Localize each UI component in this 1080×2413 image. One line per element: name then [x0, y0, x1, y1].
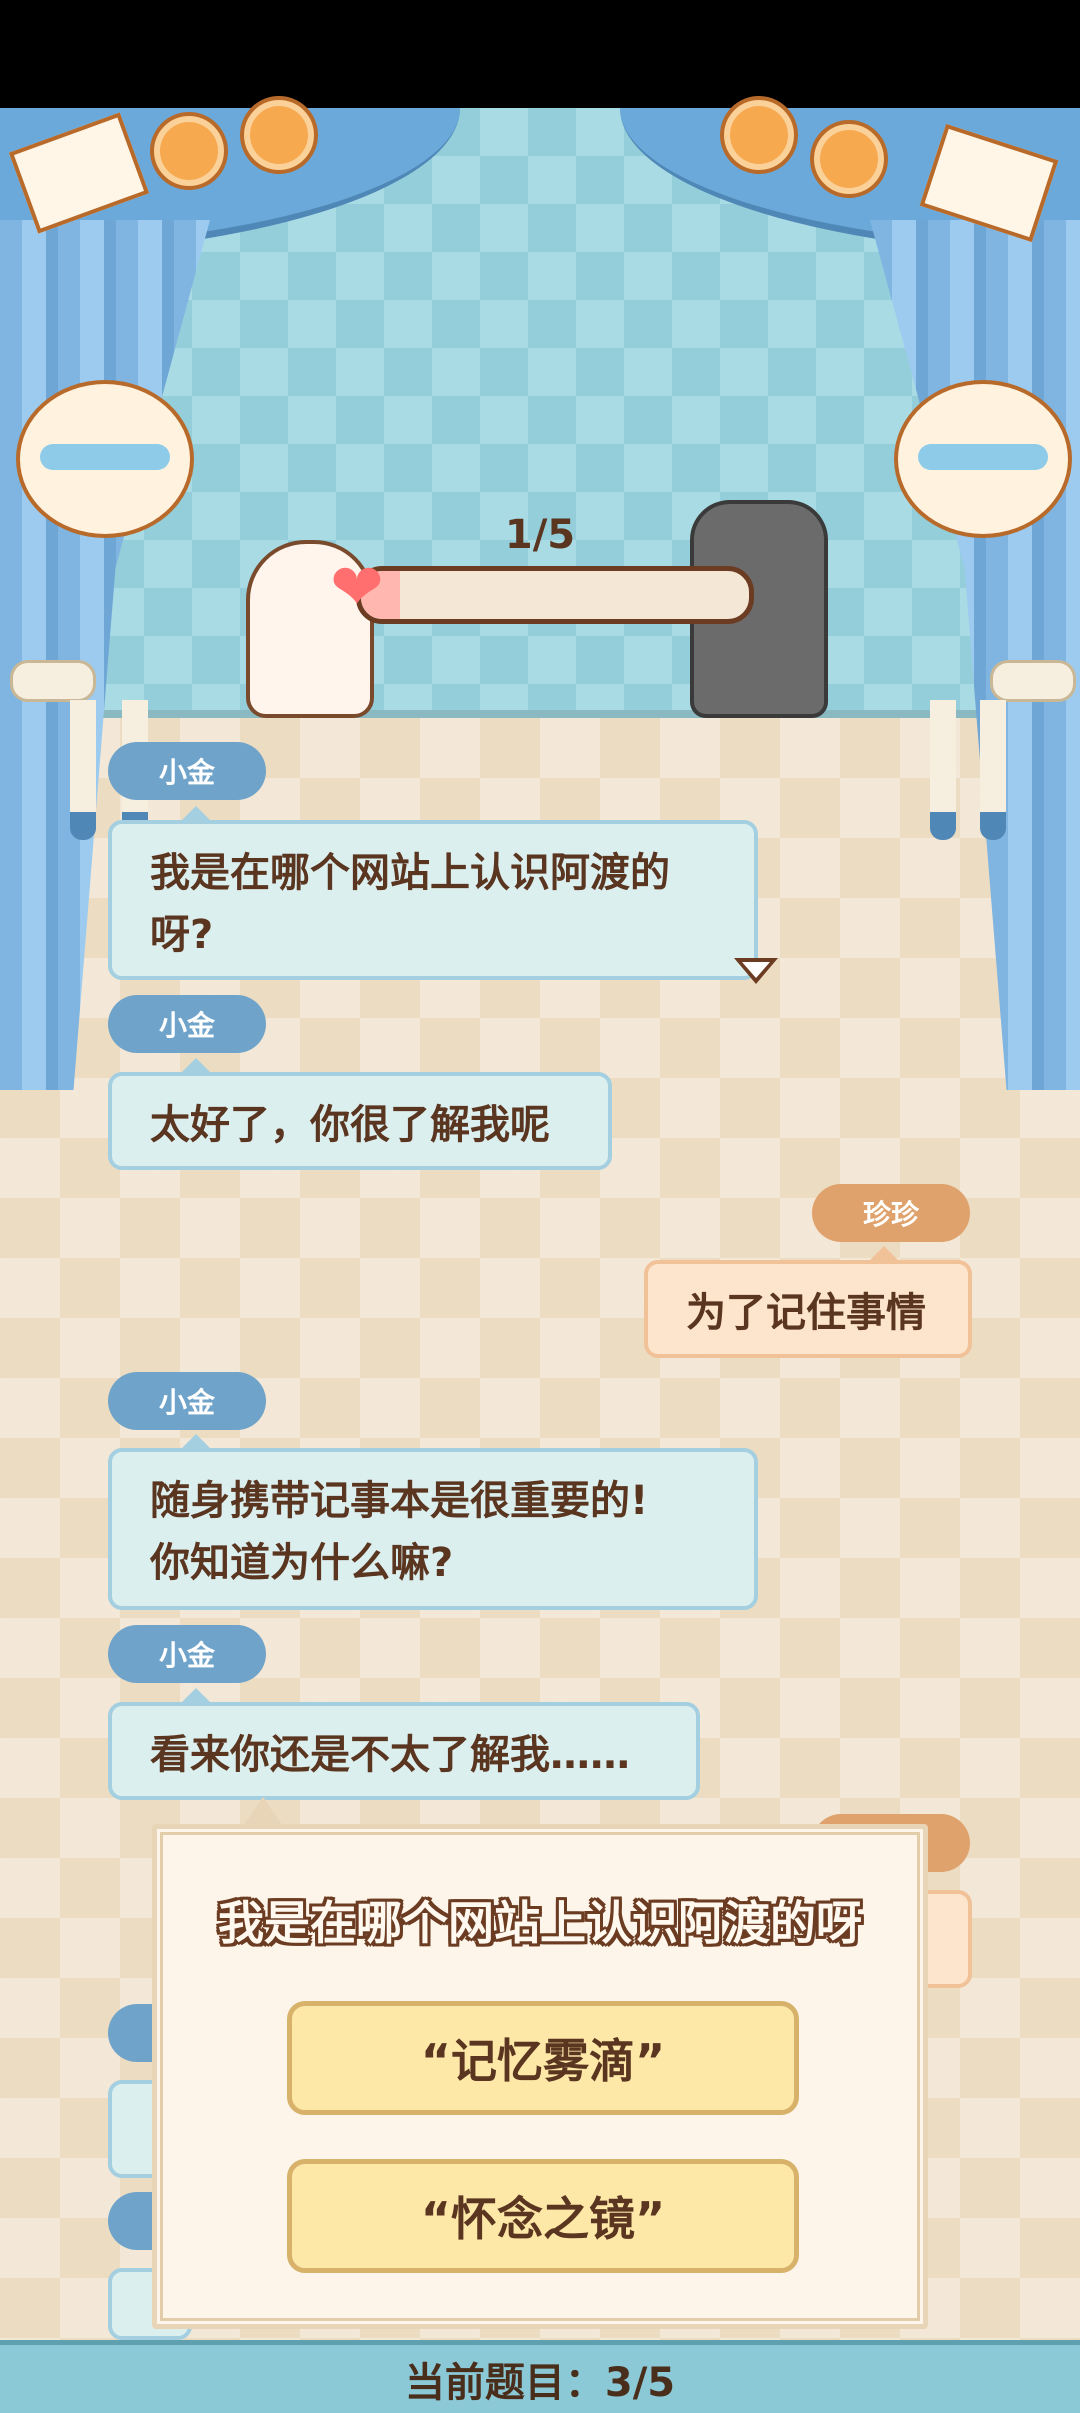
flower-decoration: [240, 96, 318, 174]
tassel-decoration: [70, 700, 96, 840]
expand-arrow-icon[interactable]: [734, 958, 778, 984]
flower-decoration: [810, 120, 888, 198]
status-bar: [0, 0, 1080, 108]
hamster-mascot-right: [894, 380, 1072, 538]
quiz-popup: 我是在哪个网站上认识阿渡的呀 “记忆雾滴” “怀念之镜”: [152, 1797, 928, 2329]
current-question-footer: 当前题目：3/5: [0, 2340, 1080, 2413]
tassel-decoration: [930, 700, 956, 840]
progress-label: 1/5: [504, 512, 576, 558]
tassel-decoration: [980, 700, 1006, 840]
flower-decoration: [720, 96, 798, 174]
speaker-tag: 小金: [108, 995, 266, 1053]
chat-bubble: 我是在哪个网站上认识阿渡的 呀?: [108, 806, 758, 980]
affection-progress-bar: [356, 566, 754, 624]
flower-decoration: [150, 112, 228, 190]
quiz-question: 我是在哪个网站上认识阿渡的呀: [218, 1896, 862, 1950]
chat-bubble: 太好了，你很了解我呢: [108, 1058, 612, 1170]
hamster-mascot-left: [16, 380, 194, 538]
curtain-tieback-left: [10, 660, 96, 702]
chat-bubble: 为了记住事情: [644, 1246, 972, 1358]
speaker-tag: 小金: [108, 1372, 266, 1430]
chat-bubble: 随身携带记事本是很重要的! 你知道为什么嘛?: [108, 1434, 758, 1610]
heart-icon: ❤: [330, 551, 384, 625]
speaker-tag: 珍珍: [812, 1184, 970, 1242]
answer-option-2[interactable]: “怀念之镜”: [287, 2159, 799, 2273]
chat-bubble: 看来你还是不太了解我……: [108, 1688, 700, 1800]
speaker-tag: 小金: [108, 742, 266, 800]
stage-floor: [0, 710, 1080, 718]
curtain-tieback-right: [990, 660, 1076, 702]
speaker-tag: 小金: [108, 1625, 266, 1683]
answer-option-1[interactable]: “记忆雾滴”: [287, 2001, 799, 2115]
